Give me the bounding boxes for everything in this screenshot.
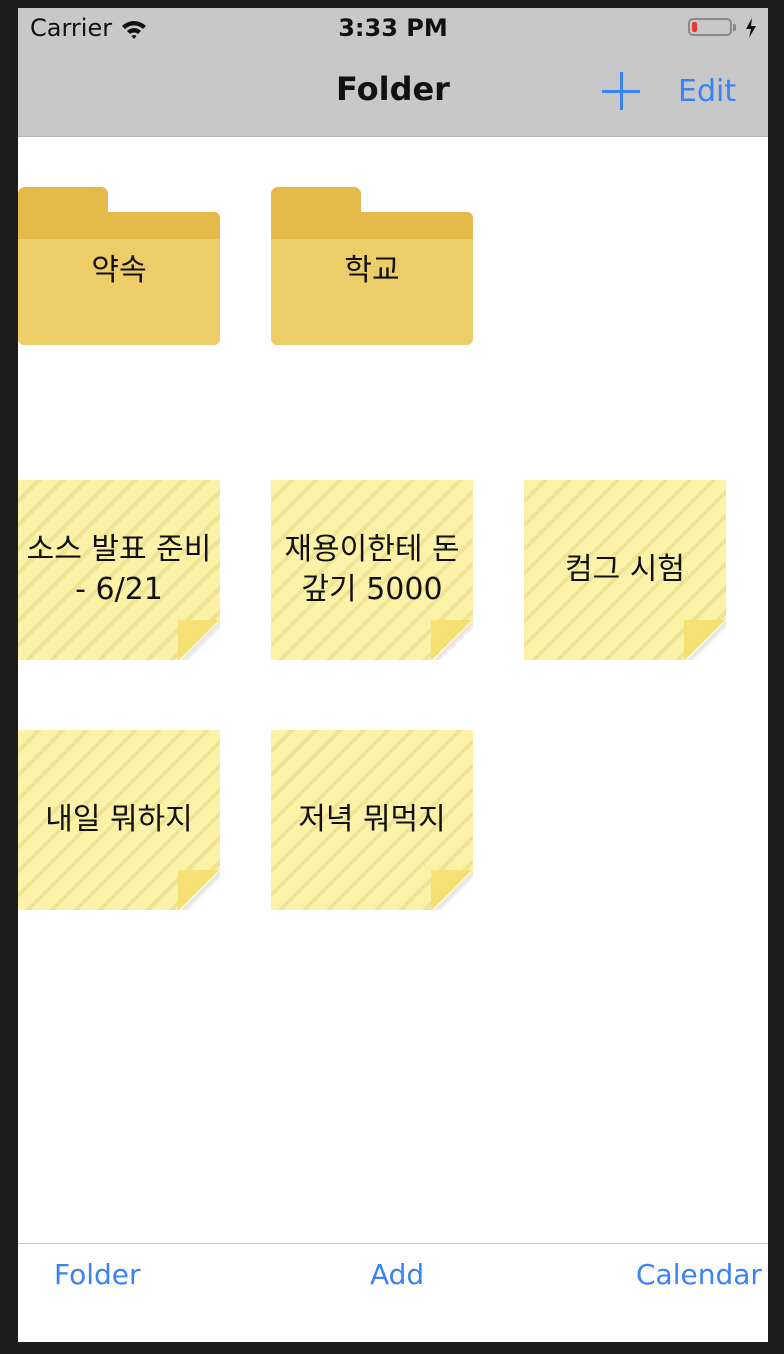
- plus-icon[interactable]: [602, 72, 642, 112]
- battery-cap: [733, 24, 736, 31]
- tab-bar: Folder Add Calendar: [18, 1243, 768, 1342]
- memo-note[interactable]: 내일 뭐하지: [18, 730, 220, 910]
- memo-text: 재용이한테 돈 갚기 5000: [284, 532, 460, 607]
- folder-item[interactable]: 학교: [271, 187, 473, 345]
- tab-add[interactable]: Add: [370, 1258, 424, 1291]
- status-bar: Carrier 3:33 PM: [18, 8, 768, 48]
- memo-text: 소스 발표 준비 - 6/21: [26, 532, 212, 607]
- note-curl: [178, 870, 220, 910]
- note-curl: [431, 620, 473, 660]
- tab-calendar[interactable]: Calendar: [636, 1258, 762, 1291]
- memo-note[interactable]: 저녁 뭐먹지: [271, 730, 473, 910]
- folder-back: [271, 212, 473, 242]
- folder-item[interactable]: 약속: [18, 187, 220, 345]
- battery-level: [692, 22, 697, 32]
- edit-button[interactable]: Edit: [678, 74, 736, 109]
- memo-text: 컴그 시험: [565, 552, 685, 587]
- charging-bolt-icon: [745, 18, 757, 42]
- folder-back: [18, 212, 220, 242]
- memo-note[interactable]: 컴그 시험: [524, 480, 726, 660]
- status-time: 3:33 PM: [338, 14, 448, 42]
- folder-label: 약속: [91, 253, 147, 288]
- app-screen: Carrier 3:33 PM Folder Edit 약속 학교 소스 발표 …: [18, 8, 768, 1342]
- memo-text: 내일 뭐하지: [45, 802, 193, 837]
- page-title: Folder: [336, 70, 450, 108]
- battery-icon: [688, 18, 732, 36]
- note-curl: [178, 620, 220, 660]
- memo-note[interactable]: 소스 발표 준비 - 6/21: [18, 480, 220, 660]
- tab-folder[interactable]: Folder: [54, 1258, 141, 1291]
- memo-note[interactable]: 재용이한테 돈 갚기 5000: [271, 480, 473, 660]
- note-curl: [684, 620, 726, 660]
- navigation-bar: Folder Edit: [18, 48, 768, 137]
- folder-label: 학교: [344, 253, 400, 288]
- note-curl: [431, 870, 473, 910]
- memo-text: 저녁 뭐먹지: [298, 802, 446, 837]
